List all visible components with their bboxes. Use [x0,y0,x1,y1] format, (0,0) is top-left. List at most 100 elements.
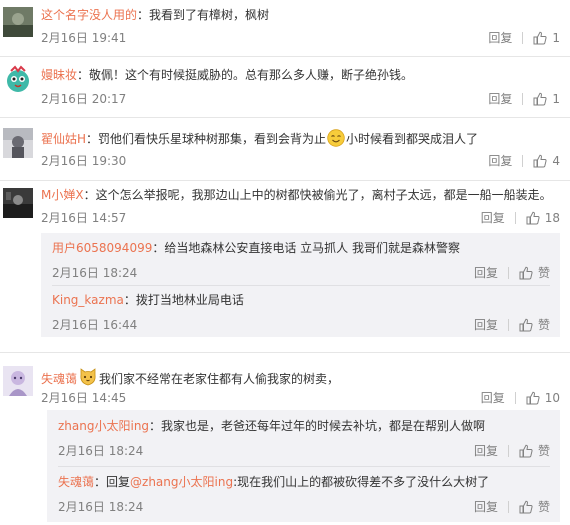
reply-actions: 回复 赞 [474,316,550,333]
username-link[interactable]: M小婵X [41,188,84,202]
like-button[interactable]: 赞 [519,316,550,333]
comment-actions: 回复 1 [488,29,560,46]
reply-actions: 回复 赞 [474,442,550,459]
username-link[interactable]: 翟仙姑H [41,132,86,146]
comment-date: 2月16日 14:45 [41,391,127,405]
comment-actions: 回复 1 [488,90,560,107]
avatar[interactable] [3,366,33,396]
reply-body: ：给当地森林公安直接电话 立马抓人 我哥们就是森林警察 [152,241,460,255]
username-link[interactable]: 用户6058094099 [52,241,152,255]
comment-item: 嫚昧妆：敬佩！这个有时候挺威胁的。总有那么多人赚，断子绝孙钱。 2月16日 20… [0,57,570,117]
like-button[interactable]: 1 [533,31,560,45]
thumbs-up-icon [519,266,533,280]
thumbs-up-icon [519,500,533,514]
comment-body-end: 小时候看到都哭成泪人了 [346,132,479,146]
reply-button[interactable]: 回复 [488,90,512,107]
comment-text: M小婵X：这个怎么举报呢，我那边山上中的树都快被偷光了，离村子太远，都是一船一船… [41,188,552,202]
mention-link[interactable]: @zhang小太阳ing [130,475,233,489]
reply-date: 2月16日 16:44 [52,318,138,332]
reply-button[interactable]: 回复 [474,498,498,515]
action-separator [522,31,524,44]
comment-date: 2月16日 19:30 [41,154,127,168]
reply-button[interactable]: 回复 [474,316,498,333]
like-button[interactable]: 10 [526,391,560,405]
like-button[interactable]: 赞 [519,442,550,459]
thumbs-up-icon [526,211,540,225]
reply-actions: 回复 赞 [474,498,550,515]
thumbs-up-icon [526,391,540,405]
comment-item: 这个名字没人用的：我看到了有樟树，枫树 2月16日 19:41 回复 1 [0,0,570,52]
reply-button[interactable]: 回复 [481,209,505,226]
reply-body: :现在我们山上的都被砍得差不多了没什么大树了 [233,475,490,489]
like-label: 赞 [537,318,550,332]
comment-body: ：罚他们看快乐星球种树那集，看到会背为止 [86,132,327,146]
like-count: 1 [552,30,560,45]
thumbs-up-icon [533,31,547,45]
like-count: 10 [544,390,560,405]
comment-text: 翟仙姑H：罚他们看快乐星球种树那集，看到会背为止 小时候看到都哭成泪人了 [41,129,478,147]
username-link[interactable]: 失魂蔼 [41,372,77,386]
reply-item: 失魂蔼：回复@zhang小太阳ing:现在我们山上的都被砍得差不多了没什么大树了… [47,467,560,522]
action-separator [514,391,516,404]
avatar[interactable] [3,188,33,218]
action-separator [507,444,509,457]
comment-text: 嫚昧妆：敬佩！这个有时候挺威胁的。总有那么多人赚，断子绝孙钱。 [41,68,413,82]
username-link[interactable]: King_kazma [52,293,124,307]
comment-body: 我们家不经常在老家住都有人偷我家的树卖， [99,372,340,386]
avatar[interactable] [3,128,33,158]
like-label: 赞 [537,266,550,280]
comment-body: ：敬佩！这个有时候挺威胁的。总有那么多人赚，断子绝孙钱。 [77,68,414,82]
like-count: 1 [552,91,560,106]
comment-actions: 回复 18 [481,209,560,226]
username-link[interactable]: 失魂蔼 [58,475,94,489]
reply-body: ：拨打当地林业局电话 [123,293,244,307]
like-count: 18 [544,210,560,225]
thumbs-up-icon [533,92,547,106]
comment-text: 失魂蔼 我们家不经常在老家住都有人偷我家的树卖， [41,367,339,387]
action-separator [507,500,509,513]
thumbs-up-icon [533,154,547,168]
username-link[interactable]: 嫚昧妆 [41,68,77,82]
comment-item: 翟仙姑H：罚他们看快乐星球种树那集，看到会背为止 小时候看到都哭成泪人了 2月16… [0,118,570,180]
reply-text: King_kazma：拨打当地林业局电话 [52,293,244,307]
cat-emoji-icon [78,367,98,387]
reply-text: zhang小太阳ing：我家也是，老爸还每年过年的时候去补坑，都是在帮别人做啊 [58,419,485,433]
thumbs-up-icon [519,318,533,332]
like-button[interactable]: 4 [533,154,560,168]
avatar[interactable] [3,7,33,37]
smile-emoji-icon [327,129,345,147]
reply-button[interactable]: 回复 [481,389,505,406]
reply-list: zhang小太阳ing：我家也是，老爸还每年过年的时候去补坑，都是在帮别人做啊 … [47,410,560,522]
username-link[interactable]: 这个名字没人用的 [41,8,137,22]
like-button[interactable]: 赞 [519,264,550,281]
reply-list: 用户6058094099：给当地森林公安直接电话 立马抓人 我哥们就是森林警察 … [41,233,560,337]
comment-body: ：这个怎么举报呢，我那边山上中的树都快被偷光了，离村子太远，都是一船一船装走。 [83,188,552,202]
reply-button[interactable]: 回复 [488,29,512,46]
thumbs-up-icon [519,444,533,458]
action-separator [514,211,516,224]
comment-actions: 回复 10 [481,389,560,406]
reply-button[interactable]: 回复 [488,152,512,169]
like-label: 赞 [537,444,550,458]
like-button[interactable]: 赞 [519,498,550,515]
comment-text: 这个名字没人用的：我看到了有樟树，枫树 [41,8,269,22]
reply-item: zhang小太阳ing：我家也是，老爸还每年过年的时候去补坑，都是在帮别人做啊 … [47,410,560,466]
reply-text: 用户6058094099：给当地森林公安直接电话 立马抓人 我哥们就是森林警察 [52,241,460,255]
reply-actions: 回复 赞 [474,264,550,281]
reply-button[interactable]: 回复 [474,442,498,459]
reply-text: 失魂蔼：回复@zhang小太阳ing:现在我们山上的都被砍得差不多了没什么大树了 [58,475,489,489]
comment-date: 2月16日 20:17 [41,92,127,106]
avatar[interactable] [3,65,33,95]
reply-item: 用户6058094099：给当地森林公安直接电话 立马抓人 我哥们就是森林警察 … [41,233,560,285]
action-separator [522,92,524,105]
reply-body: ：我家也是，老爸还每年过年的时候去补坑，都是在帮别人做啊 [149,419,486,433]
like-button[interactable]: 1 [533,92,560,106]
username-link[interactable]: zhang小太阳ing [58,419,149,433]
reply-item: King_kazma：拨打当地林业局电话 2月16日 16:44 回复 赞 [41,286,560,337]
comment-date: 2月16日 14:57 [41,211,127,225]
reply-date: 2月16日 18:24 [52,266,138,280]
reply-prefix: ：回复 [94,475,131,489]
comment-body: ：我看到了有樟树，枫树 [137,8,270,22]
reply-button[interactable]: 回复 [474,264,498,281]
like-button[interactable]: 18 [526,211,560,225]
